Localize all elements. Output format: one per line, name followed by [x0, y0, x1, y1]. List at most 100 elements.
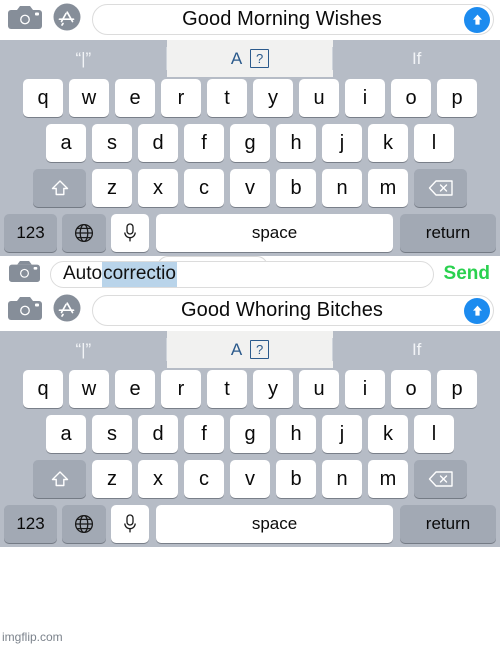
key-t[interactable]: t — [207, 79, 247, 117]
key-n[interactable]: n — [322, 169, 362, 207]
suggestion-autocorrect[interactable]: A ? — [166, 331, 334, 368]
suggestion-label: “|” — [75, 339, 92, 359]
space-key[interactable]: space — [156, 505, 393, 543]
keyboard-row-4: 123 space return — [0, 505, 500, 543]
key-v[interactable]: v — [230, 460, 270, 498]
return-key[interactable]: return — [400, 214, 496, 252]
key-t[interactable]: t — [207, 370, 247, 408]
app-store-icon[interactable] — [52, 2, 82, 37]
suggestion-label: If — [411, 48, 422, 68]
key-y[interactable]: y — [253, 79, 293, 117]
key-i[interactable]: i — [345, 370, 385, 408]
autocorrect-input-row: Auto correctio Send — [0, 260, 500, 288]
key-c[interactable]: c — [184, 169, 224, 207]
send-button[interactable]: Send — [444, 263, 494, 285]
key-o[interactable]: o — [391, 370, 431, 408]
text-field-prefix: Auto — [63, 263, 103, 284]
backspace-icon[interactable] — [414, 169, 467, 207]
text-field-selected-text: correctio — [102, 261, 177, 287]
keyboard-row-3: z x c v b n m — [0, 169, 500, 207]
key-k[interactable]: k — [368, 415, 408, 453]
keyboard-row-1: q w e r t y u i o p — [0, 370, 500, 408]
key-x[interactable]: x — [138, 460, 178, 498]
key-e[interactable]: e — [115, 79, 155, 117]
key-l[interactable]: l — [414, 124, 454, 162]
key-h[interactable]: h — [276, 415, 316, 453]
globe-icon[interactable] — [62, 214, 106, 252]
space-key[interactable]: space — [156, 214, 393, 252]
key-z[interactable]: z — [92, 460, 132, 498]
microphone-icon[interactable] — [111, 505, 149, 543]
key-y[interactable]: y — [253, 370, 293, 408]
keyboard-row-2: a s d f g h j k l — [0, 415, 500, 453]
keyboard-row-1: q w e r t y u i o p — [0, 79, 500, 117]
numbers-key[interactable]: 123 — [4, 505, 57, 543]
suggestion-quote[interactable]: “|” — [0, 331, 167, 368]
suggestion-autocorrect[interactable]: A ? — [166, 40, 334, 77]
key-d[interactable]: d — [138, 415, 178, 453]
camera-icon[interactable] — [8, 296, 42, 326]
autocorrect-text-field[interactable]: Auto correctio — [50, 260, 434, 288]
top-panel: Good Morning Wishes “|” A ? If q w e r t… — [0, 0, 500, 256]
key-i[interactable]: i — [345, 79, 385, 117]
key-q[interactable]: q — [23, 370, 63, 408]
key-x[interactable]: x — [138, 169, 178, 207]
shift-icon[interactable] — [33, 169, 86, 207]
suggestion-if[interactable]: If — [333, 40, 500, 77]
key-l[interactable]: l — [414, 415, 454, 453]
key-b[interactable]: b — [276, 169, 316, 207]
key-c[interactable]: c — [184, 460, 224, 498]
return-key[interactable]: return — [400, 505, 496, 543]
key-u[interactable]: u — [299, 79, 339, 117]
suggestion-quote[interactable]: “|” — [0, 40, 167, 77]
key-u[interactable]: u — [299, 370, 339, 408]
key-e[interactable]: e — [115, 370, 155, 408]
key-d[interactable]: d — [138, 124, 178, 162]
key-f[interactable]: f — [184, 124, 224, 162]
microphone-icon[interactable] — [111, 214, 149, 252]
app-store-icon[interactable] — [52, 293, 82, 328]
top-compose-bar: Good Morning Wishes — [0, 0, 500, 40]
key-m[interactable]: m — [368, 460, 408, 498]
camera-icon[interactable] — [9, 260, 40, 288]
key-n[interactable]: n — [322, 460, 362, 498]
meme-image: Good Morning Wishes “|” A ? If q w e r t… — [0, 0, 500, 645]
key-h[interactable]: h — [276, 124, 316, 162]
shift-icon[interactable] — [33, 460, 86, 498]
keyboard-row-4: 123 space return — [0, 214, 500, 252]
key-w[interactable]: w — [69, 370, 109, 408]
suggestion-if[interactable]: If — [333, 331, 500, 368]
backspace-icon[interactable] — [414, 460, 467, 498]
key-s[interactable]: s — [92, 124, 132, 162]
key-k[interactable]: k — [368, 124, 408, 162]
key-o[interactable]: o — [391, 79, 431, 117]
suggestion-label: A — [230, 339, 243, 359]
send-button[interactable] — [464, 297, 490, 324]
question-mark-icon: ? — [250, 340, 270, 359]
key-s[interactable]: s — [92, 415, 132, 453]
camera-icon[interactable] — [8, 5, 42, 35]
key-v[interactable]: v — [230, 169, 270, 207]
key-m[interactable]: m — [368, 169, 408, 207]
key-r[interactable]: r — [161, 79, 201, 117]
key-f[interactable]: f — [184, 415, 224, 453]
key-p[interactable]: p — [437, 370, 477, 408]
numbers-key[interactable]: 123 — [4, 214, 57, 252]
key-p[interactable]: p — [437, 79, 477, 117]
key-g[interactable]: g — [230, 415, 270, 453]
globe-icon[interactable] — [62, 505, 106, 543]
send-button[interactable] — [464, 6, 490, 33]
key-w[interactable]: w — [69, 79, 109, 117]
key-j[interactable]: j — [322, 415, 362, 453]
key-a[interactable]: a — [46, 124, 86, 162]
key-j[interactable]: j — [322, 124, 362, 162]
key-a[interactable]: a — [46, 415, 86, 453]
key-b[interactable]: b — [276, 460, 316, 498]
message-input-bubble[interactable]: Good Whoring Bitches — [92, 295, 494, 326]
key-q[interactable]: q — [23, 79, 63, 117]
top-suggestion-bar: “|” A ? If — [0, 40, 500, 77]
message-input-bubble[interactable]: Good Morning Wishes — [92, 4, 494, 35]
key-r[interactable]: r — [161, 370, 201, 408]
key-g[interactable]: g — [230, 124, 270, 162]
key-z[interactable]: z — [92, 169, 132, 207]
